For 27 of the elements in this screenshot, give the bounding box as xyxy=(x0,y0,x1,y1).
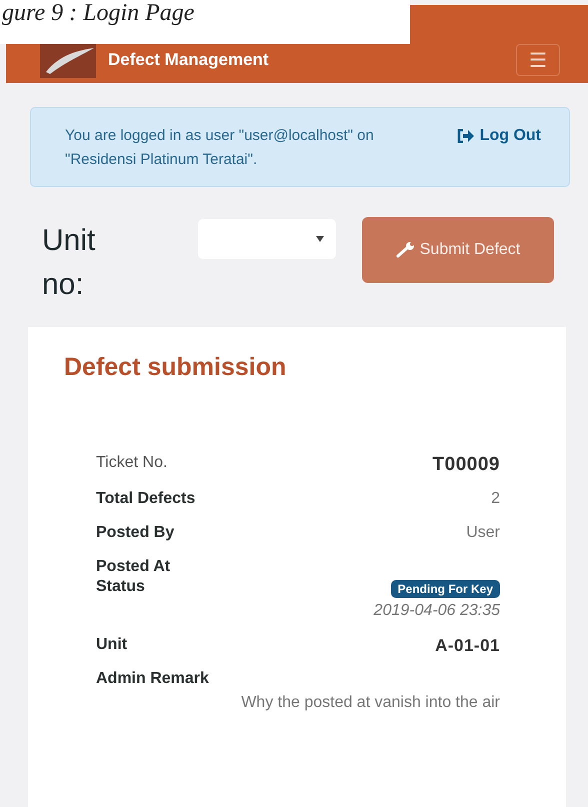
app-title: Defect Management xyxy=(108,50,270,71)
field-label: Posted By xyxy=(96,524,174,542)
unit-select[interactable] xyxy=(198,219,336,259)
ticket-number: T00009 xyxy=(432,454,500,476)
field-value: 2 xyxy=(491,490,500,508)
remark-text: Why the posted at vanish into the air xyxy=(241,694,500,712)
field-label: Ticket No. xyxy=(96,454,168,472)
field-label: Total Defects xyxy=(96,490,196,508)
logout-link[interactable]: Log Out xyxy=(456,124,541,148)
field-value: User xyxy=(466,524,500,542)
field-label: Admin Remark xyxy=(96,670,210,688)
field-label: Unit xyxy=(96,636,128,654)
field-value: A-01-01 xyxy=(435,636,500,656)
posted-date: 2019-04-06 23:35 xyxy=(374,602,500,620)
card-title: Defect submission xyxy=(64,353,288,382)
field-label: Posted At xyxy=(96,558,170,576)
submit-defect-button[interactable]: Submit Defect xyxy=(362,217,554,283)
logo-icon xyxy=(40,44,96,78)
logout-icon xyxy=(456,129,475,143)
caret-icon xyxy=(316,236,324,242)
status-badge: Pending For Key xyxy=(390,580,500,598)
field-label: Status xyxy=(96,578,145,596)
menu-button[interactable]: ☰ xyxy=(516,44,560,76)
login-message: You are logged in as user "user@localhost" on "Residensi Platinum Teratai". xyxy=(65,126,375,170)
figure-caption: gure 9 : Login Page xyxy=(0,0,410,44)
unit-label: Unit no: xyxy=(42,223,96,303)
wrench-icon xyxy=(396,242,416,258)
